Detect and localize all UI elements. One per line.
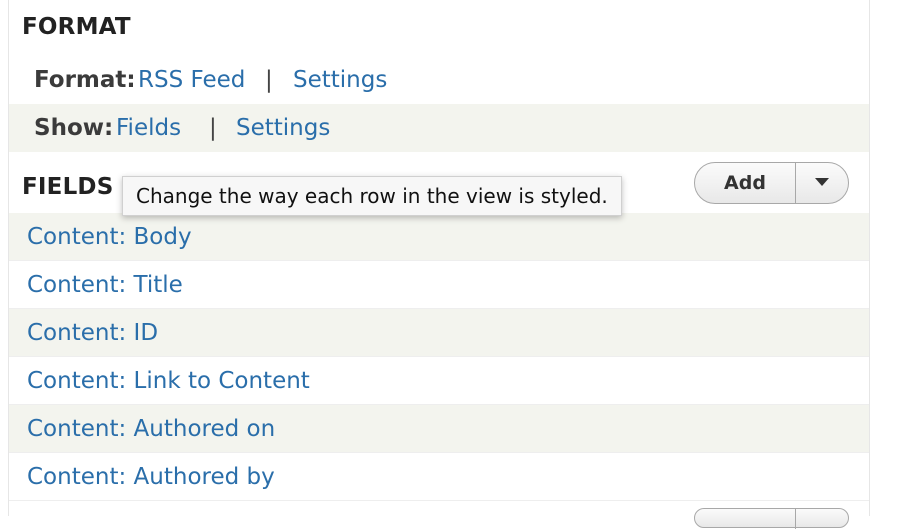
- tooltip: Change the way each row in the view is s…: [122, 176, 622, 216]
- field-link[interactable]: Content: ID: [27, 309, 158, 357]
- show-label: Show:: [34, 115, 114, 141]
- dropbutton-divider: [795, 509, 796, 529]
- views-display-panel: FORMAT Format: RSS Feed | Settings Show:…: [8, 0, 870, 516]
- format-value-link[interactable]: RSS Feed: [138, 56, 245, 104]
- format-row: Format: RSS Feed | Settings: [9, 56, 869, 104]
- field-item-authored-by: Content: Authored by: [9, 453, 869, 501]
- field-link[interactable]: Content: Title: [27, 261, 183, 309]
- format-label: Format:: [34, 67, 136, 93]
- chevron-down-icon: [815, 178, 829, 186]
- format-section-title: FORMAT: [22, 14, 131, 40]
- add-field-dropbutton: Add: [694, 162, 849, 204]
- field-item-id: Content: ID: [9, 309, 869, 357]
- field-link[interactable]: Content: Authored by: [27, 453, 275, 501]
- fields-section-title: FIELDS: [22, 174, 114, 200]
- field-link[interactable]: Content: Link to Content: [27, 357, 310, 405]
- format-separator: |: [265, 67, 273, 93]
- field-item-title: Content: Title: [9, 261, 869, 309]
- field-item-body: Content: Body: [9, 213, 869, 261]
- field-link[interactable]: Content: Body: [27, 213, 192, 261]
- field-item-link-to-content: Content: Link to Content: [9, 357, 869, 405]
- format-settings-link[interactable]: Settings: [293, 56, 387, 104]
- add-field-button[interactable]: Add: [695, 163, 796, 203]
- show-separator: |: [209, 115, 217, 141]
- next-section-dropbutton-partial[interactable]: [694, 508, 849, 529]
- add-dropdown-toggle[interactable]: [796, 163, 848, 203]
- field-link[interactable]: Content: Authored on: [27, 405, 275, 453]
- field-item-authored-on: Content: Authored on: [9, 405, 869, 453]
- show-value-link[interactable]: Fields: [116, 104, 181, 152]
- show-row: Show: Fields | Settings: [9, 104, 869, 152]
- show-settings-link[interactable]: Settings: [236, 104, 330, 152]
